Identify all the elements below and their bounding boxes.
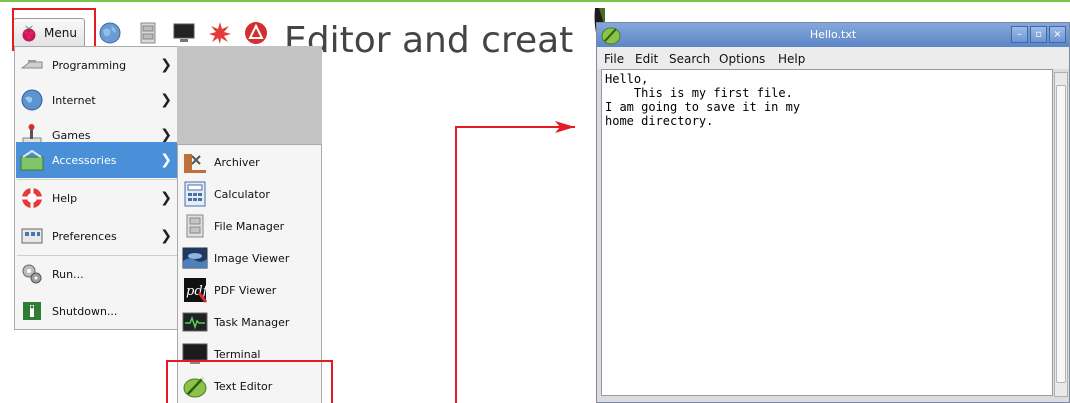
menu-edit[interactable]: Edit bbox=[635, 52, 658, 66]
mathematica-icon[interactable] bbox=[244, 21, 268, 45]
submenu-item-label: File Manager bbox=[214, 219, 285, 233]
menu-item-internet[interactable]: Internet ❯ bbox=[16, 83, 178, 117]
menu-item-label: Shutdown... bbox=[52, 304, 118, 318]
text-editor-window: Hello.txt – ▫ × File Edit Search Options… bbox=[596, 22, 1070, 403]
terminal-icon[interactable] bbox=[172, 21, 196, 45]
chevron-right-icon: ❯ bbox=[160, 127, 172, 143]
window-title: Hello.txt bbox=[809, 28, 857, 41]
submenu-item-pdf-viewer[interactable]: pdf PDF Viewer bbox=[179, 274, 321, 306]
submenu-item-label: Terminal bbox=[214, 347, 261, 361]
submenu-item-file-manager[interactable]: File Manager bbox=[179, 210, 321, 242]
main-menu: Programming ❯ Internet ❯ Games ❯ Accesso… bbox=[14, 46, 178, 330]
accessories-icon bbox=[20, 148, 44, 172]
menu-highlight-box bbox=[12, 8, 96, 51]
menu-file[interactable]: File bbox=[604, 52, 624, 66]
submenu-item-label: Task Manager bbox=[214, 315, 290, 329]
menu-item-label: Programming bbox=[52, 58, 127, 72]
menu-options[interactable]: Options bbox=[719, 52, 765, 66]
web-browser-icon[interactable] bbox=[98, 21, 122, 45]
text-editor-highlight-box bbox=[166, 360, 333, 403]
menu-item-label: Internet bbox=[52, 93, 96, 107]
submenu-item-calculator[interactable]: Calculator bbox=[179, 178, 321, 210]
chevron-right-icon: ❯ bbox=[160, 152, 172, 168]
menu-gutter bbox=[177, 46, 322, 144]
menu-item-run[interactable]: Run... bbox=[16, 257, 178, 291]
menu-item-programming[interactable]: Programming ❯ bbox=[16, 48, 178, 82]
submenu-item-label: Archiver bbox=[214, 155, 260, 169]
submenu-item-label: Image Viewer bbox=[214, 251, 290, 265]
background-heading: Editor and create bbox=[284, 20, 596, 61]
submenu-item-label: PDF Viewer bbox=[214, 283, 277, 297]
maximize-button[interactable]: ▫ bbox=[1030, 26, 1047, 43]
archiver-icon bbox=[182, 149, 208, 175]
scrollbar-thumb[interactable] bbox=[1056, 85, 1066, 383]
vertical-scrollbar[interactable] bbox=[1054, 72, 1068, 397]
calculator-icon bbox=[182, 181, 208, 207]
task-manager-icon bbox=[182, 309, 208, 335]
help-icon bbox=[20, 186, 44, 210]
run-icon bbox=[20, 262, 44, 286]
programming-icon bbox=[20, 53, 44, 77]
arrow-connector-vertical bbox=[455, 126, 457, 403]
preferences-icon bbox=[20, 224, 44, 248]
close-button[interactable]: × bbox=[1049, 26, 1066, 43]
submenu-item-label: Calculator bbox=[214, 187, 270, 201]
wolfram-icon[interactable] bbox=[208, 21, 232, 45]
menu-search[interactable]: Search bbox=[669, 52, 710, 66]
menu-item-label: Games bbox=[52, 128, 91, 142]
image-viewer-icon bbox=[182, 245, 208, 271]
menu-separator bbox=[17, 255, 177, 256]
svg-text:pdf: pdf bbox=[186, 284, 207, 299]
file-manager-icon bbox=[182, 213, 208, 239]
submenu-item-archiver[interactable]: Archiver bbox=[179, 146, 321, 178]
top-divider bbox=[0, 0, 1070, 2]
chevron-right-icon: ❯ bbox=[160, 57, 172, 73]
minimize-button[interactable]: – bbox=[1011, 26, 1028, 43]
chevron-right-icon: ❯ bbox=[160, 190, 172, 206]
internet-icon bbox=[20, 88, 44, 112]
menu-item-label: Accessories bbox=[52, 153, 117, 167]
shutdown-icon bbox=[20, 299, 44, 323]
menu-item-label: Run... bbox=[52, 267, 84, 281]
menu-separator bbox=[17, 179, 177, 180]
menu-help[interactable]: Help bbox=[778, 52, 805, 66]
menu-item-shutdown[interactable]: Shutdown... bbox=[16, 294, 178, 328]
chevron-right-icon: ❯ bbox=[160, 228, 172, 244]
submenu-item-task-manager[interactable]: Task Manager bbox=[179, 306, 321, 338]
editor-menubar: File Edit Search Options Help bbox=[597, 47, 1069, 69]
editor-text-area[interactable]: Hello, This is my first file. I am going… bbox=[601, 69, 1053, 396]
menu-item-help[interactable]: Help ❯ bbox=[16, 181, 178, 215]
menu-item-label: Preferences bbox=[52, 229, 117, 243]
menu-item-preferences[interactable]: Preferences ❯ bbox=[16, 219, 178, 253]
menu-item-label: Help bbox=[52, 191, 78, 205]
file-manager-icon[interactable] bbox=[136, 21, 160, 45]
menu-item-accessories[interactable]: Accessories ❯ bbox=[16, 142, 178, 178]
pdf-viewer-icon: pdf bbox=[182, 277, 208, 303]
submenu-item-image-viewer[interactable]: Image Viewer bbox=[179, 242, 321, 274]
chevron-right-icon: ❯ bbox=[160, 92, 172, 108]
window-titlebar[interactable]: Hello.txt – ▫ × bbox=[597, 23, 1069, 47]
